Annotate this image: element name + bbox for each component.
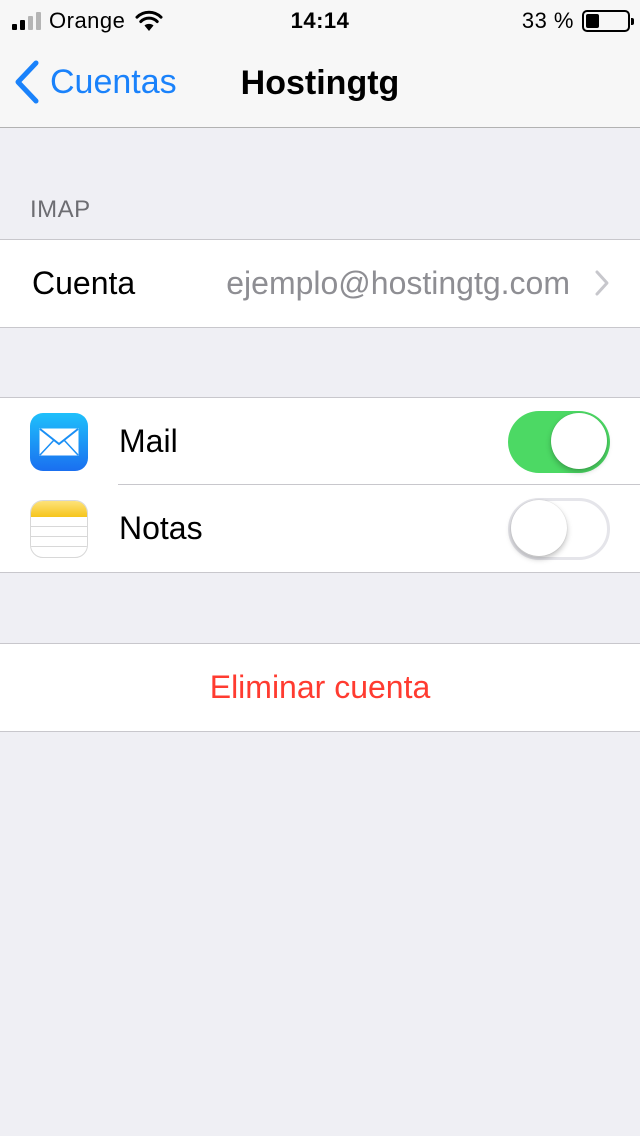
account-settings-screen: Orange 14:14 33 % Cuentas Hostingtg IMAP xyxy=(0,0,640,1136)
delete-account-button[interactable]: Eliminar cuenta xyxy=(0,644,640,731)
page-title: Hostingtg xyxy=(240,64,400,102)
mail-app-icon xyxy=(30,412,88,471)
notes-toggle[interactable] xyxy=(508,497,610,560)
section-header-imap: IMAP xyxy=(30,196,91,223)
notes-label: Notas xyxy=(119,510,203,546)
mail-sync-row: Mail xyxy=(0,398,640,485)
battery-icon xyxy=(582,10,634,32)
delete-account-label: Eliminar cuenta xyxy=(209,669,431,705)
mail-toggle[interactable] xyxy=(508,410,610,473)
mail-label: Mail xyxy=(119,423,178,459)
toggle-knob xyxy=(551,412,607,469)
apps-sync-group: Mail Notas xyxy=(0,397,640,573)
delete-account-group: Eliminar cuenta xyxy=(0,643,640,732)
chevron-right-icon xyxy=(595,270,609,296)
navigation-bar: Cuentas Hostingtg xyxy=(0,40,640,128)
notes-sync-row: Notas xyxy=(0,485,640,572)
account-row[interactable]: Cuenta ejemplo@hostingtg.com xyxy=(0,240,640,327)
status-bar: Orange 14:14 33 % xyxy=(0,0,640,40)
account-label: Cuenta xyxy=(32,265,136,301)
envelope-icon xyxy=(39,427,79,456)
toggle-knob xyxy=(511,499,567,556)
account-email-value: ejemplo@hostingtg.com xyxy=(226,265,570,301)
battery-percentage: 33 % xyxy=(521,8,574,33)
status-bar-right: 33 % xyxy=(521,8,634,34)
imap-account-group: Cuenta ejemplo@hostingtg.com xyxy=(0,239,640,328)
battery-level-fill xyxy=(586,14,599,28)
notes-app-icon xyxy=(30,499,88,558)
